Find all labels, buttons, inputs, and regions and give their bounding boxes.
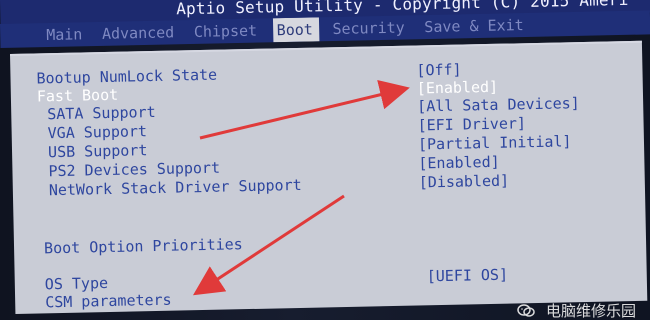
setting-value[interactable]: [Off] xyxy=(416,61,462,81)
tab-save-exit[interactable]: Save & Exit xyxy=(420,13,530,39)
setting-value[interactable]: [EFI Driver] xyxy=(417,114,526,135)
section-boot-option-priorities: Boot Option Priorities xyxy=(14,227,646,259)
tab-chipset[interactable]: Chipset xyxy=(190,18,264,44)
setting-value[interactable]: [Enabled] xyxy=(418,153,500,174)
setting-label: VGA Support xyxy=(47,122,148,143)
setting-value[interactable]: [Disabled] xyxy=(419,172,510,193)
watermark: 电脑维修乐园 xyxy=(517,302,636,320)
settings-panel: Bootup NumLock State [Off] Fast Boot [En… xyxy=(10,40,648,314)
tab-main[interactable]: Main xyxy=(42,22,89,47)
bios-screen: Aptio Setup Utility - Copyright (C) 2015… xyxy=(0,0,650,320)
tab-security[interactable]: Security xyxy=(328,15,411,41)
setting-label: USB Support xyxy=(47,141,148,162)
setting-label: SATA Support xyxy=(47,102,156,124)
section-heading: Boot Option Priorities xyxy=(43,235,243,258)
wechat-icon xyxy=(517,304,535,317)
setting-label: NetWork Stack Driver Support xyxy=(48,175,302,200)
tab-boot[interactable]: Boot xyxy=(272,17,320,43)
submenu-label[interactable]: CSM parameters xyxy=(45,291,172,313)
watermark-text: 电脑维修乐园 xyxy=(545,302,636,320)
tab-advanced[interactable]: Advanced xyxy=(98,20,181,46)
